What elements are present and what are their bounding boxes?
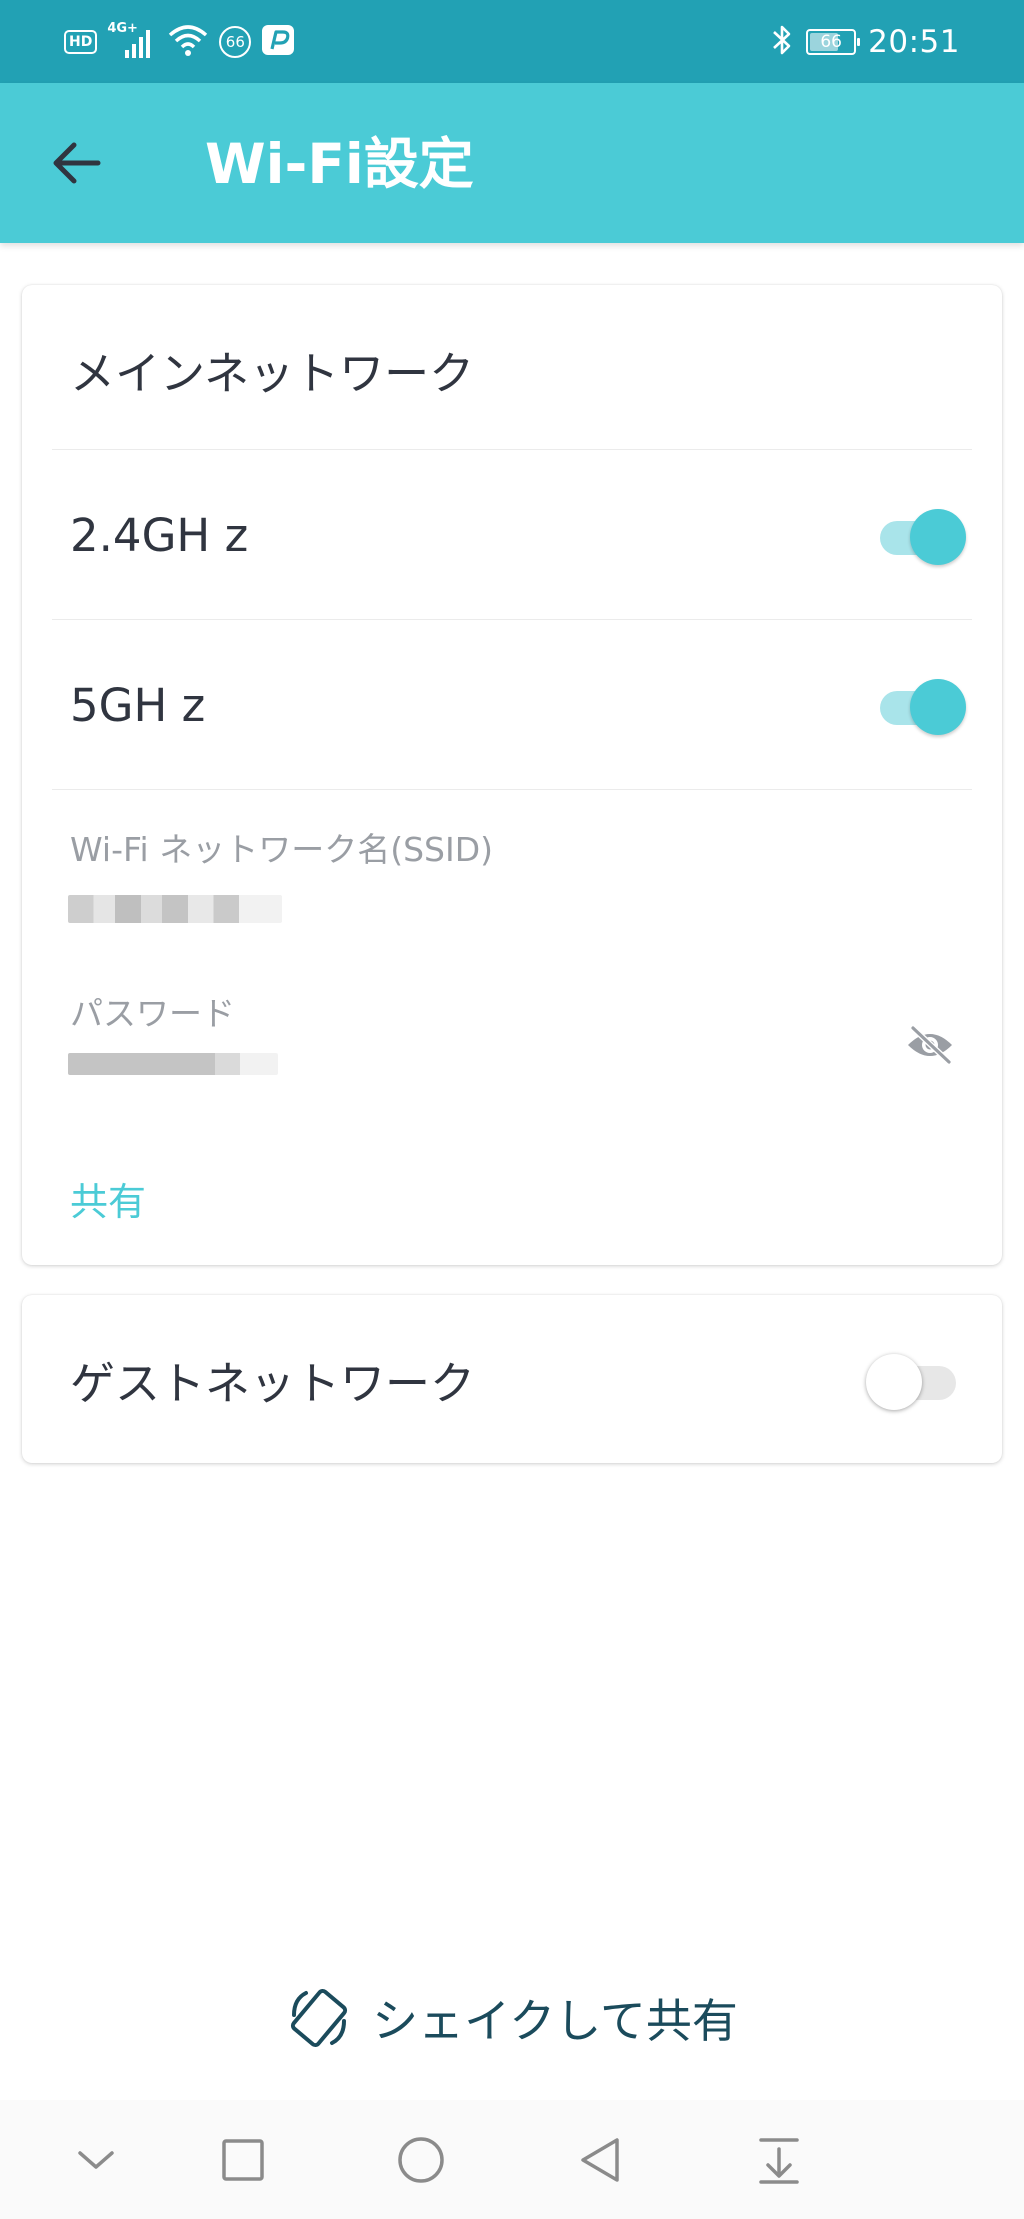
circle-icon: [398, 2137, 444, 2183]
status-left-icons: HD 4G+ 66: [64, 22, 295, 62]
guest-network-title: ゲストネットワーク: [70, 1357, 476, 1410]
payment-app-icon: [261, 24, 295, 60]
status-bar: HD 4G+ 66 66 20:51: [0, 0, 1024, 83]
chevron-down-icon: [78, 2151, 114, 2169]
guest-network-toggle[interactable]: [866, 1347, 958, 1411]
guest-network-card: ゲストネットワーク: [22, 1295, 1002, 1463]
system-nav-bar: [0, 2100, 1024, 2219]
back-button[interactable]: [40, 127, 112, 199]
nav-back-button[interactable]: [566, 2126, 634, 2194]
square-icon: [222, 2139, 264, 2181]
ssid-value-redacted: [68, 895, 282, 923]
divider: [52, 619, 972, 620]
nav-hide-button[interactable]: [62, 2126, 130, 2194]
app-bar: Wi-Fi設定: [0, 83, 1024, 243]
notification-count-icon: 66: [219, 26, 252, 58]
shake-to-share[interactable]: シェイクして共有: [0, 1978, 1024, 2058]
status-time: 20:51: [868, 24, 960, 60]
notification-pull-icon: [759, 2138, 799, 2184]
wifi-icon: [167, 22, 209, 62]
divider: [52, 449, 972, 450]
nav-home-button[interactable]: [387, 2126, 455, 2194]
main-network-card: メインネットワーク 2.4GH z 5GH z Wi-Fi ネットワーク名(SS…: [22, 285, 1002, 1265]
bluetooth-icon: [770, 23, 794, 61]
ssid-label: Wi-Fi ネットワーク名(SSID): [70, 830, 494, 869]
phone-rotate-icon: [291, 1988, 348, 2048]
nav-notifications-button[interactable]: [745, 2126, 813, 2194]
triangle-back-icon: [581, 2138, 619, 2182]
shake-to-share-label: シェイクして共有: [372, 1994, 738, 2048]
divider: [52, 789, 972, 790]
share-link[interactable]: 共有: [70, 1171, 146, 1226]
nav-recents-button[interactable]: [209, 2126, 277, 2194]
toggle-password-visibility-button[interactable]: [902, 1017, 958, 1073]
page-title: Wi-Fi設定: [205, 132, 474, 196]
password-value-redacted: [68, 1053, 278, 1075]
toggle-thumb: [910, 509, 966, 565]
band-5ghz-label: 5GH z: [70, 679, 206, 732]
battery-icon: 66: [806, 29, 861, 55]
cell-signal-icon: 4G+: [107, 22, 157, 62]
toggle-thumb: [910, 679, 966, 735]
hd-badge: HD: [64, 30, 98, 54]
band-5ghz-toggle[interactable]: [874, 672, 966, 736]
band-24ghz-toggle[interactable]: [874, 502, 966, 566]
password-label: パスワード: [70, 994, 235, 1033]
toggle-thumb: [866, 1354, 922, 1410]
arrow-left-icon: [53, 142, 101, 184]
battery-level: 66: [820, 32, 842, 52]
notification-count: 66: [225, 33, 245, 51]
eye-off-icon: [908, 1025, 952, 1065]
status-right-icons: 66 20:51: [770, 22, 960, 62]
main-network-title: メインネットワーク: [70, 347, 475, 400]
band-24ghz-label: 2.4GH z: [70, 509, 249, 562]
